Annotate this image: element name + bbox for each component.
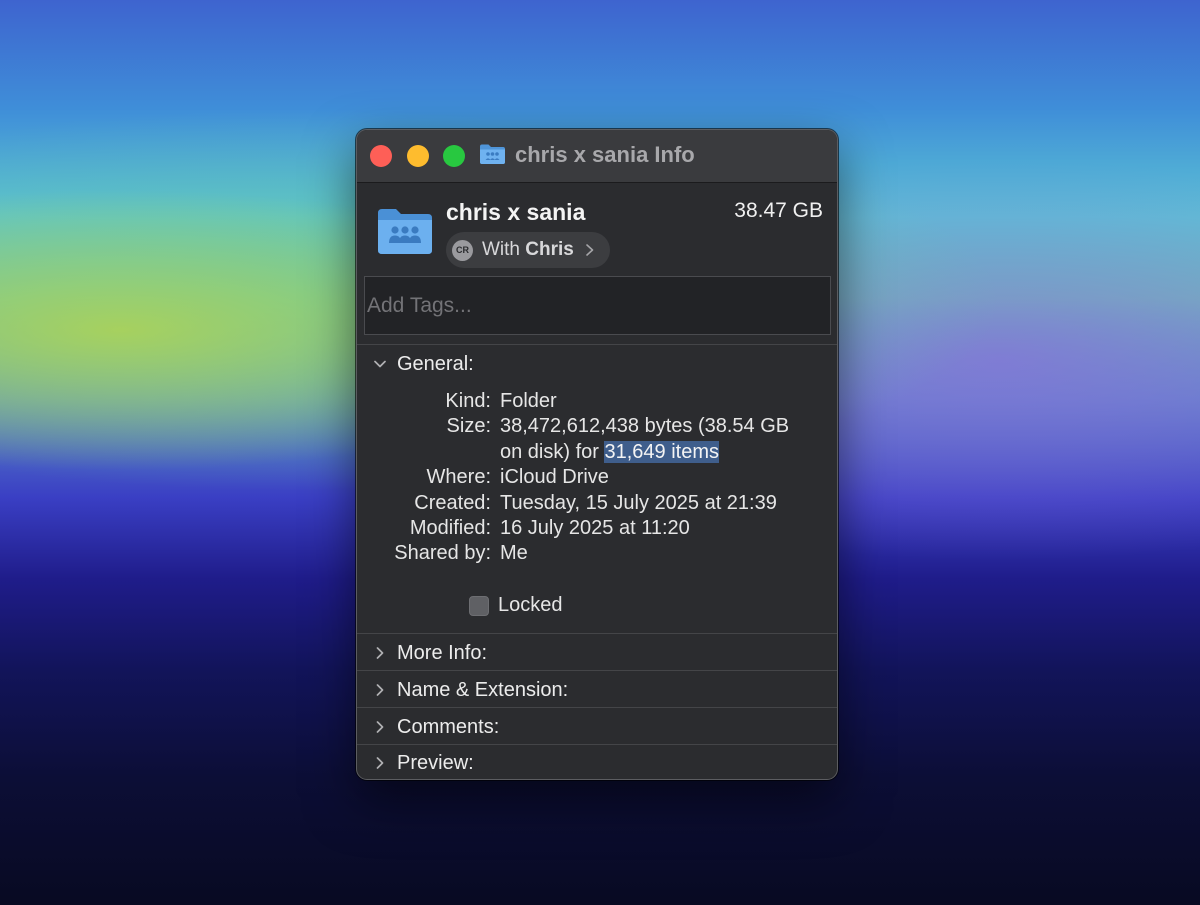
locked-checkbox[interactable] <box>469 595 489 616</box>
info-value: 16 July 2025 at 11:20 <box>500 517 690 539</box>
get-info-window: chris x sania Info chris x sania 38.47 G… <box>356 129 838 780</box>
size-line-2-prefix: on disk) for <box>500 440 605 463</box>
section-general-label: General: <box>397 352 474 375</box>
shared-folder-icon <box>378 209 432 254</box>
file-name: chris x sania <box>446 199 586 225</box>
section-general-toggle[interactable]: General: <box>373 346 474 382</box>
zoom-button[interactable] <box>443 145 465 167</box>
info-label: Where: <box>426 466 491 489</box>
info-value: Me <box>500 542 528 565</box>
minimize-button[interactable] <box>407 145 429 167</box>
chevron-down-icon <box>374 360 386 368</box>
section-more-info-toggle[interactable]: More Info: <box>373 635 487 671</box>
divider <box>357 633 837 634</box>
avatar: CR <box>452 239 473 261</box>
divider <box>357 707 837 708</box>
shared-with-name: Chris <box>525 239 574 260</box>
divider <box>357 344 837 345</box>
section-preview-toggle[interactable]: Preview: <box>373 745 474 779</box>
shared-with-prefix: With <box>482 239 526 260</box>
info-label: Modified: <box>409 517 491 539</box>
size-line-2: on disk) for 31,649 items <box>500 440 825 465</box>
shared-folder-icon <box>480 144 505 164</box>
window-title: chris x sania Info <box>515 142 695 167</box>
item-count-selection[interactable]: 31,649 items <box>604 440 719 463</box>
info-value-size: 38,472,612,438 bytes (38.54 GB on disk) … <box>500 414 825 465</box>
info-label: Shared by: <box>394 542 491 565</box>
section-more-info-label: More Info: <box>397 641 488 664</box>
locked-option[interactable]: Locked <box>469 594 563 617</box>
chevron-right-icon <box>376 757 384 769</box>
info-label: Size: <box>446 415 491 438</box>
tags-field[interactable] <box>364 276 831 335</box>
info-label: Created: <box>414 491 491 514</box>
chevron-right-icon <box>376 647 384 659</box>
section-comments-label: Comments: <box>397 715 500 738</box>
info-value: iCloud Drive <box>500 466 609 489</box>
chevron-right-icon <box>586 244 594 256</box>
info-value: Folder <box>500 390 557 412</box>
close-button[interactable] <box>370 145 392 167</box>
section-comments-toggle[interactable]: Comments: <box>373 709 499 745</box>
section-preview-label: Preview: <box>397 751 474 774</box>
info-value: Tuesday, 15 July 2025 at 21:39 <box>500 491 777 514</box>
chevron-right-icon <box>376 721 384 733</box>
file-size: 38.47 GB <box>734 199 823 222</box>
size-line-1: 38,472,612,438 bytes (38.54 GB <box>500 415 790 438</box>
info-label: Kind: <box>445 390 491 412</box>
section-name-extension-toggle[interactable]: Name & Extension: <box>373 672 568 708</box>
section-name-extension-label: Name & Extension: <box>397 678 569 701</box>
divider <box>357 670 837 671</box>
locked-label: Locked <box>498 594 563 616</box>
shared-with-button[interactable]: CR With Chris <box>446 232 610 268</box>
chevron-right-icon <box>376 684 384 696</box>
title-bar[interactable]: chris x sania Info <box>357 130 837 183</box>
